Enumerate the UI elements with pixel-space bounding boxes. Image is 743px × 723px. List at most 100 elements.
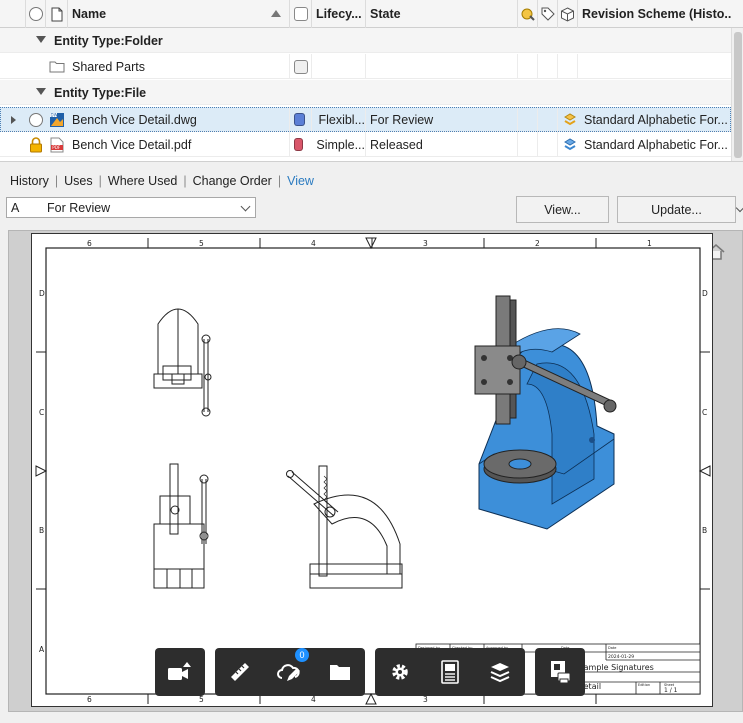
state-cell — [366, 54, 518, 79]
grid-scrollbar[interactable] — [731, 28, 743, 161]
markup-folder-button[interactable] — [315, 648, 365, 696]
table-row-selected[interactable]: DWG Bench Vice Detail.dwg Flexibl... For… — [0, 107, 731, 132]
folder-icon — [49, 61, 65, 73]
dwg-file-icon: DWG — [50, 112, 64, 127]
zone-col-label: 2 — [535, 239, 540, 248]
lifecycle-cell: Simple... — [290, 132, 366, 157]
update-dropdown-chevron-icon[interactable] — [735, 203, 743, 213]
print-sheet-icon — [551, 661, 571, 684]
revision-dropdown[interactable]: A For Review — [6, 197, 256, 218]
lifecycle-label: Flexibl... — [318, 112, 365, 127]
markup-button[interactable]: 0 — [265, 648, 315, 696]
cube-icon — [561, 6, 574, 22]
row-checkbox-cell[interactable] — [290, 54, 312, 79]
camera-toolbar-group — [155, 648, 205, 696]
title-block-title: ...ample Signatures — [576, 663, 654, 672]
revision-scheme-icon — [564, 112, 576, 125]
tab-view[interactable]: View — [287, 174, 314, 188]
lifecycle-swatch — [294, 138, 304, 151]
tab-change-order[interactable]: Change Order — [193, 174, 272, 188]
lifecycle-label: Simple... — [316, 137, 365, 152]
group-row-folder[interactable]: Entity Type:Folder — [0, 28, 731, 53]
scrollbar-thumb[interactable] — [734, 32, 742, 158]
name-cell: Shared Parts — [68, 54, 290, 79]
collapse-triangle-icon[interactable] — [36, 36, 46, 43]
isometric-part-view — [474, 295, 617, 530]
header-cube-col[interactable] — [558, 0, 578, 28]
header-state[interactable]: State — [366, 0, 518, 28]
table-row[interactable]: PDF Bench Vice Detail.pdf Simple... Rele… — [0, 132, 731, 157]
header-revision-scheme-label: Revision Scheme (Histo... — [582, 7, 731, 21]
header-status-col[interactable] — [26, 0, 46, 28]
group-label: Entity Type:Folder — [54, 33, 163, 48]
header-name[interactable]: Name — [68, 0, 290, 28]
revision-scheme-label: Standard Alphabetic For... — [584, 112, 728, 127]
settings-button[interactable] — [375, 648, 425, 696]
zone-row-label: A — [39, 645, 45, 654]
status-circle-icon — [29, 112, 43, 127]
lifecycle-cell: Flexibl... — [290, 107, 366, 132]
collapse-triangle-icon[interactable] — [36, 88, 46, 95]
title-block-date: 2024-01-29 — [608, 654, 634, 660]
markup-count-badge: 0 — [295, 648, 309, 662]
lock-cell — [26, 132, 46, 157]
header-file-icon-col[interactable] — [46, 0, 68, 28]
title-block-label: Edition — [638, 683, 650, 687]
revision-letter: A — [11, 200, 20, 215]
group-row-file[interactable]: Entity Type:File — [0, 80, 731, 105]
zone-row-label: D — [39, 289, 45, 298]
side-view — [153, 463, 209, 589]
properties-panel-icon — [441, 660, 459, 684]
name-cell: Bench Vice Detail.dwg — [68, 107, 290, 132]
revision-scheme-cell: Standard Alphabetic For... — [558, 107, 731, 132]
file-grid: Name Lifecy... State Revision Scheme (Hi… — [0, 0, 743, 162]
header-revision-scheme[interactable]: Revision Scheme (Histo... — [578, 0, 731, 28]
revision-scheme-label: Standard Alphabetic For... — [584, 137, 728, 152]
drawing-sheet[interactable]: 6 5 4 3 2 1 6 5 4 3 D C B A D C B Date 2… — [31, 233, 713, 707]
status-icon-cell — [518, 132, 538, 157]
svg-text:PDF: PDF — [52, 145, 61, 150]
sort-ascending-icon — [271, 10, 281, 17]
document-icon — [51, 7, 62, 21]
header-lifecycle[interactable]: Lifecy... — [312, 0, 366, 28]
state-cell: Released — [366, 132, 518, 157]
tab-separator: | — [98, 174, 102, 188]
properties-button[interactable] — [425, 648, 475, 696]
layers-button[interactable] — [475, 648, 525, 696]
table-row[interactable]: Shared Parts — [0, 54, 731, 79]
header-state-label: State — [370, 7, 401, 21]
header-status-icon-col[interactable] — [518, 0, 538, 28]
measure-button[interactable] — [215, 648, 265, 696]
zone-row-label: C — [702, 408, 707, 417]
tab-where-used[interactable]: Where Used — [108, 174, 177, 188]
file-type-cell: PDF — [46, 132, 68, 157]
lifecycle-swatch — [294, 113, 306, 126]
grid-header: Name Lifecy... State Revision Scheme (Hi… — [0, 0, 743, 28]
zone-col-label: 5 — [199, 239, 204, 248]
revision-state: For Review — [47, 200, 111, 215]
status-icon-cell — [518, 107, 538, 132]
view-button[interactable]: View... — [516, 196, 609, 223]
select-all-checkbox[interactable] — [293, 7, 308, 21]
camera-button[interactable] — [155, 648, 205, 696]
video-camera-icon — [168, 662, 191, 680]
tab-uses[interactable]: Uses — [64, 174, 92, 188]
svg-text:DWG: DWG — [51, 112, 61, 117]
tab-separator: | — [183, 174, 187, 188]
lifecycle-cell — [312, 54, 366, 79]
zone-row-label: B — [702, 526, 707, 535]
zone-row-label: C — [39, 408, 44, 417]
print-button[interactable] — [535, 648, 585, 696]
pdf-file-icon: PDF — [50, 137, 64, 152]
drawing-viewer[interactable]: 6 5 4 3 2 1 6 5 4 3 D C B A D C B Date 2… — [8, 230, 743, 712]
tab-history[interactable]: History — [10, 174, 49, 188]
title-block-sheet: 1 / 1 — [664, 687, 678, 694]
update-button[interactable]: Update... — [617, 196, 736, 223]
row-checkbox[interactable] — [293, 59, 308, 74]
header-tag-col[interactable] — [538, 0, 558, 28]
header-checkbox-col[interactable] — [290, 0, 312, 28]
front-view — [153, 308, 212, 417]
tag-cell — [538, 54, 558, 79]
zone-row-label: D — [702, 289, 708, 298]
revision-scheme-icon — [564, 137, 576, 150]
